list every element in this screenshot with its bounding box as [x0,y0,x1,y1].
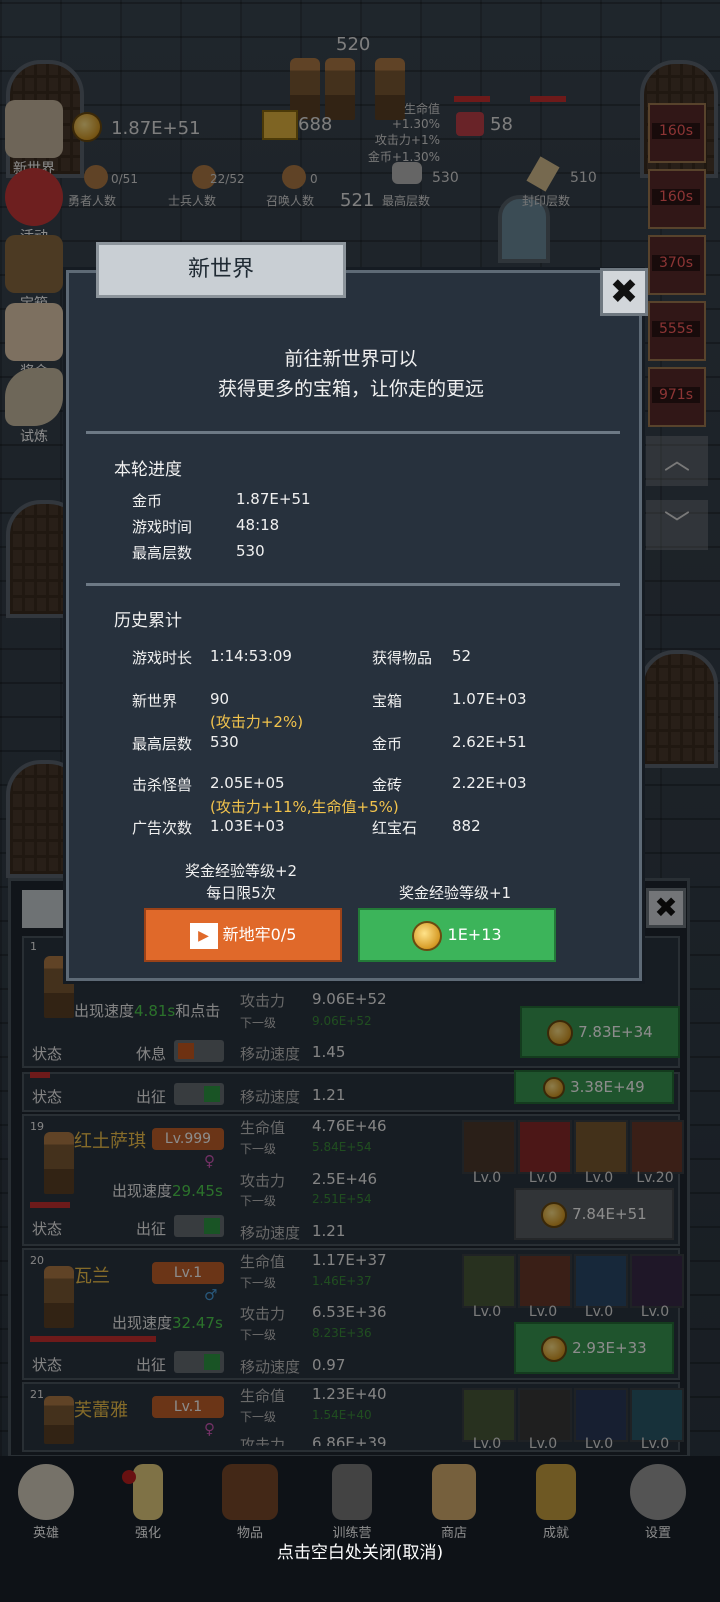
new-dungeon-ad-button[interactable]: ▶ 新地牢0/5 [144,908,342,962]
gold-coin-icon [412,920,443,951]
close-icon[interactable]: ✖ [600,268,648,316]
dialog-description: 前往新世界可以 [284,348,418,370]
tap-to-close-hint: 点击空白处关闭(取消) [276,1543,444,1563]
new-world-coin-button[interactable]: 1E+13 [358,908,556,962]
video-play-icon: ▶ [189,922,218,949]
dialog-description: 获得更多的宝箱，让你走的更远 [217,378,484,400]
dialog-title: 新世界 [96,242,346,298]
divider [86,583,620,586]
divider [86,431,620,434]
section-title: 历史累计 [114,611,182,631]
section-title: 本轮进度 [114,460,182,480]
